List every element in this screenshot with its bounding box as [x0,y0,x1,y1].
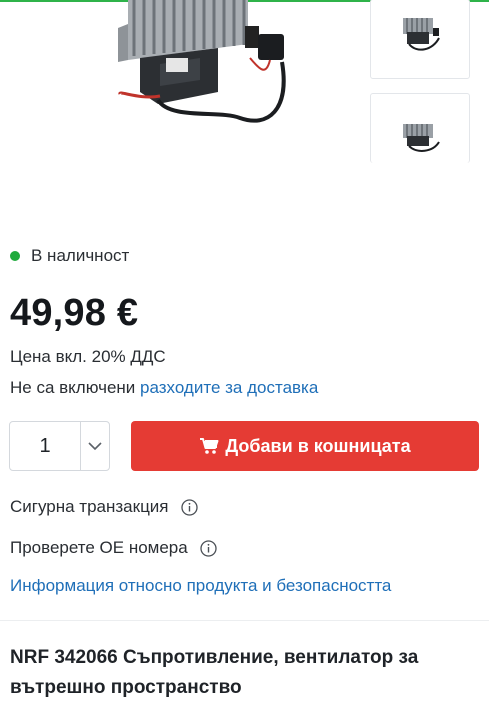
shipping-costs-link[interactable]: разходите за доставка [140,378,318,397]
stock-label: В наличност [31,246,130,265]
product-thumbnail-1[interactable] [370,0,470,79]
price: 49,98 € [10,292,139,334]
cart-icon [199,437,219,455]
secure-transaction-label: Сигурна транзакция [10,497,169,516]
info-icon[interactable] [200,539,217,557]
product-thumbnail-2[interactable] [370,93,470,163]
in-stock-dot-icon [10,251,20,261]
product-title: NRF 342066 Съпротивление, вентилатор за … [10,647,419,698]
chevron-down-icon[interactable] [81,422,109,470]
check-oe-row[interactable]: Проверете ОЕ номера [10,538,217,558]
stock-status: В наличност [10,246,129,266]
product-main-image[interactable] [100,0,300,135]
info-icon[interactable] [180,498,198,516]
add-to-cart-button[interactable]: Добави в кошницата [131,421,479,471]
shipping-note: Не са включени разходите за доставка [10,378,318,398]
quantity-value[interactable]: 1 [10,422,81,470]
shipping-prefix: Не са включени [10,378,136,397]
vat-note: Цена вкл. 20% ДДС [10,347,166,366]
secure-transaction-row[interactable]: Сигурна транзакция [10,497,198,517]
section-divider [0,620,489,621]
add-to-cart-label: Добави в кошницата [225,435,411,456]
check-oe-label: Проверете ОЕ номера [10,538,188,557]
quantity-select[interactable]: 1 [9,421,110,471]
product-safety-info-link[interactable]: Информация относно продукта и безопаснос… [10,576,391,596]
